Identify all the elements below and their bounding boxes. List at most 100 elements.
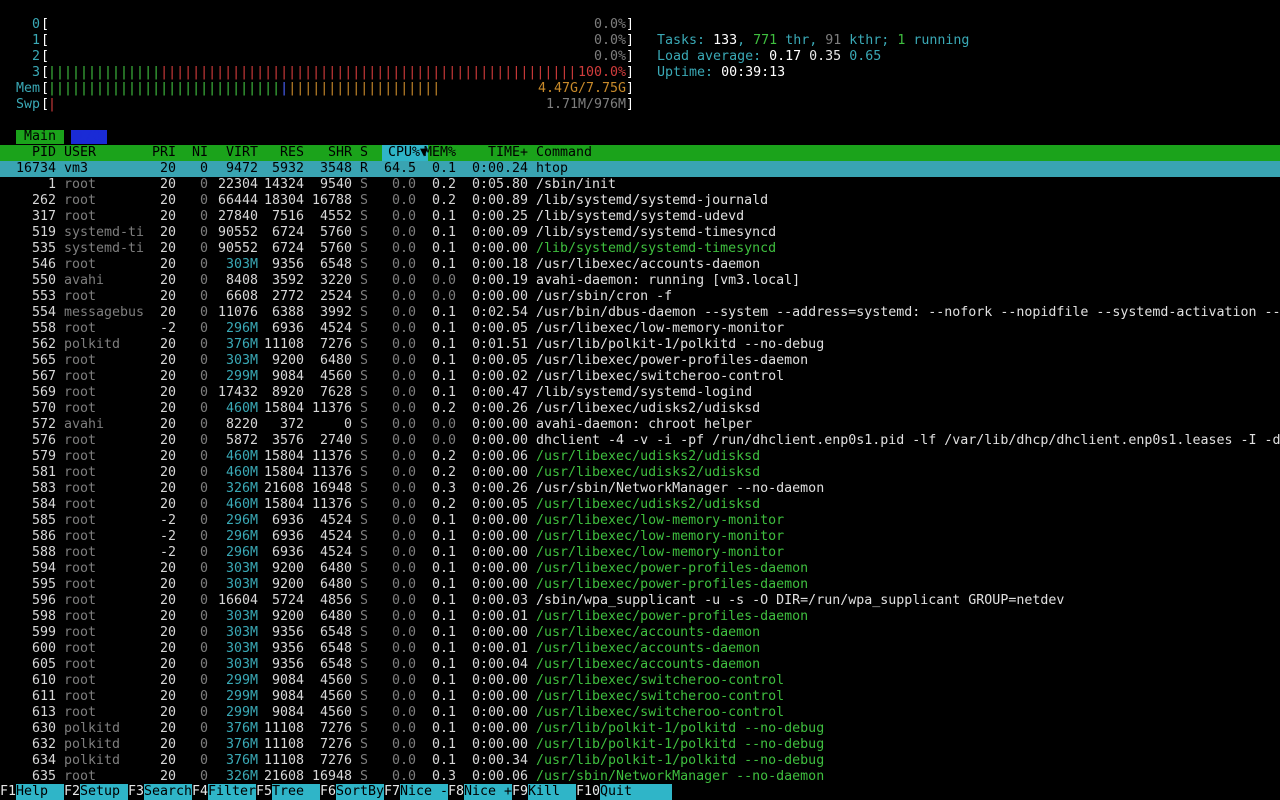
process-row[interactable]: 583 root 20 0 326M 21608 16948 S 0.0 0.3 0:00.26/u… bbox=[0, 481, 1280, 497]
process-row[interactable]: 262 root 20 0 66444 18304 16788 S 0.0 0.2 0:00.89 /… bbox=[0, 193, 1280, 209]
process-row[interactable]: 599 root 20 0 303M 9356 6548 S 0.0 0.1 0:00.00/usr… bbox=[0, 625, 1280, 641]
cell-mem: 0.1 bbox=[431, 545, 456, 560]
cell-virt: 11076 bbox=[217, 305, 258, 320]
cell-pri: 20 bbox=[159, 449, 176, 464]
process-row[interactable]: 595 root 20 0 303M 9200 6480 S 0.0 0.1 0:00.00/usr… bbox=[0, 577, 1280, 593]
fkey-filter-button[interactable]: F4Filter bbox=[192, 784, 256, 800]
cpu-meter-1-bracket-close: ] bbox=[626, 33, 635, 48]
cell-shr: 6548 bbox=[319, 625, 352, 640]
cell-pri: 20 bbox=[159, 177, 176, 192]
fkey-search-button[interactable]: F3Search bbox=[128, 784, 192, 800]
cell-cpu: 0.0 bbox=[391, 385, 416, 400]
cell-mem: 0.1 bbox=[431, 385, 456, 400]
process-row[interactable]: 598 root 20 0 303M 9200 6480 S 0.0 0.1 0:00.01/usr… bbox=[0, 609, 1280, 625]
process-row[interactable]: 16734 vm3 20 0 9472 5932 3548 R 64.5 0.1 0:00.24 ht… bbox=[0, 161, 1280, 177]
process-row[interactable]: 611 root 20 0 299M 9084 4560 S 0.0 0.1 0:00.00/usr… bbox=[0, 689, 1280, 705]
process-row[interactable]: 535 systemd-ti 20 0 90552 6724 5760 S 0.0 0.1 0:00… bbox=[0, 241, 1280, 257]
process-row[interactable]: 569 root 20 0 17432 8920 7628 S 0.0 0.1 0:00.47/li… bbox=[0, 385, 1280, 401]
cell-cpu: 0.0 bbox=[391, 225, 416, 240]
cell-ni: 0 bbox=[199, 449, 208, 464]
cell-mem: 0.1 bbox=[431, 161, 456, 176]
process-row[interactable]: 558 root -2 0 296M 6936 4524 S 0.0 0.1 0:00.05/usr… bbox=[0, 321, 1280, 337]
column-header-virt[interactable]: VIRT bbox=[208, 145, 258, 161]
cell-mem: 0.1 bbox=[431, 369, 456, 384]
column-header-res[interactable]: RES bbox=[258, 145, 304, 161]
process-row[interactable]: 634 polkitd 20 0 376M 11108 7276 S 0.0 0.1 0:00.34… bbox=[0, 753, 1280, 769]
process-row[interactable]: 632 polkitd 20 0 376M 11108 7276 S 0.0 0.1 0:00.00… bbox=[0, 737, 1280, 753]
cell-cmd: /usr/libexec/power-profiles-daemon bbox=[536, 609, 809, 624]
process-row[interactable]: 586 root -2 0 296M 6936 4524 S 0.0 0.1 0:00.00/usr… bbox=[0, 529, 1280, 545]
fkey-tree-button[interactable]: F5Tree bbox=[256, 784, 321, 800]
cell-shr: 4856 bbox=[319, 593, 352, 608]
process-row[interactable]: 579 root 20 0 460M 15804 11376 S 0.0 0.2 0:00.06/u… bbox=[0, 449, 1280, 465]
cell-s: S bbox=[360, 769, 369, 784]
cell-pid: 585 bbox=[31, 513, 56, 528]
fkey-setup-button[interactable]: F2Setup bbox=[64, 784, 129, 800]
column-header-pri[interactable]: PRI bbox=[144, 145, 176, 161]
cell-pid: 572 bbox=[31, 417, 56, 432]
column-header-ni[interactable]: NI bbox=[176, 145, 208, 161]
fkey-help-button[interactable]: F1Help bbox=[0, 784, 65, 800]
process-row[interactable]: 588 root -2 0 296M 6936 4524 S 0.0 0.1 0:00.00/usr… bbox=[0, 545, 1280, 561]
process-row[interactable]: 1 root 20 0 22304 14324 9540 S 0.0 0.2 0:05.80/sbi… bbox=[0, 177, 1280, 193]
cell-res: 15804 bbox=[263, 465, 304, 480]
process-row[interactable]: 630 polkitd 20 0 376M 11108 7276 S 0.0 0.1 0:00.00… bbox=[0, 721, 1280, 737]
process-row[interactable]: 610 root 20 0 299M 9084 4560 S 0.0 0.1 0:00.00/usr… bbox=[0, 673, 1280, 689]
cell-res: 9200 bbox=[271, 609, 304, 624]
cell-res: 5724 bbox=[271, 593, 304, 608]
cell-res: 6388 bbox=[271, 305, 304, 320]
column-header-shr[interactable]: SHR bbox=[304, 145, 352, 161]
column-header-s[interactable]: S bbox=[360, 145, 370, 161]
process-row[interactable]: 576 root 20 0 5872 3576 2740 S 0.0 0.0 0:00.00 dhcl… bbox=[0, 433, 1280, 449]
column-header-user[interactable]: USER bbox=[64, 145, 149, 161]
process-row[interactable]: 553 root 20 0 6608 2772 2524 S 0.0 0.0 0:00.00/usr… bbox=[0, 289, 1280, 305]
process-row[interactable]: 550 avahi 20 0 8408 3592 3220 S 0.0 0.0 0:00.19 ava… bbox=[0, 273, 1280, 289]
cell-cpu: 0.0 bbox=[391, 513, 416, 528]
process-row[interactable]: 546 root 20 0 303M 9356 6548 S 0.0 0.1 0:00.18/usr… bbox=[0, 257, 1280, 273]
cell-mem: 0.3 bbox=[431, 481, 456, 496]
process-row[interactable]: 572 avahi 20 0 8220 372 0 S 0.0 0.0 0:00.00 avahi-d… bbox=[0, 417, 1280, 433]
cell-ni: 0 bbox=[199, 689, 208, 704]
process-row[interactable]: 596 root 20 0 16604 5724 4856 S 0.0 0.1 0:00.03/sb… bbox=[0, 593, 1280, 609]
cell-pid: 598 bbox=[31, 609, 56, 624]
cell-cpu: 0.0 bbox=[391, 753, 416, 768]
process-row[interactable]: 567 root 20 0 299M 9084 4560 S 0.0 0.1 0:00.02/usr… bbox=[0, 369, 1280, 385]
process-row[interactable]: 317 root 20 0 27840 7516 4552 S 0.0 0.1 0:00.25/li… bbox=[0, 209, 1280, 225]
process-row[interactable]: 605 root 20 0 303M 9356 6548 S 0.0 0.1 0:00.04/usr… bbox=[0, 657, 1280, 673]
cell-pid: 579 bbox=[31, 449, 56, 464]
process-row[interactable]: 600 root 20 0 303M 9356 6548 S 0.0 0.1 0:00.01/usr… bbox=[0, 641, 1280, 657]
tab-io[interactable]: I/O bbox=[71, 130, 108, 144]
cell-mem: 0.1 bbox=[431, 689, 456, 704]
fkey-nice-button[interactable]: F8Nice + bbox=[448, 784, 512, 800]
column-header-pid[interactable]: PID bbox=[0, 145, 56, 161]
fkey-number: F8 bbox=[448, 784, 465, 799]
process-row[interactable]: 613 root 20 0 299M 9084 4560 S 0.0 0.1 0:00.00/usr… bbox=[0, 705, 1280, 721]
fkey-nice-button[interactable]: F7Nice - bbox=[384, 784, 448, 800]
column-header-cmd[interactable]: Command bbox=[536, 145, 1280, 161]
column-header-mem[interactable]: MEM% bbox=[416, 145, 456, 161]
cell-pri: 20 bbox=[159, 657, 176, 672]
tab-main[interactable]: Main bbox=[16, 130, 65, 144]
fkey-label: Setup bbox=[80, 784, 129, 800]
process-row[interactable]: 594 root 20 0 303M 9200 6480 S 0.0 0.1 0:00.00/usr… bbox=[0, 561, 1280, 577]
cell-ni: 0 bbox=[199, 513, 208, 528]
cell-time: 0:00.00 bbox=[471, 705, 528, 720]
fkey-sortby-button[interactable]: F6SortBy bbox=[320, 784, 384, 800]
process-row[interactable]: 581 root 20 0 460M 15804 11376 S 0.0 0.2 0:00.00/u… bbox=[0, 465, 1280, 481]
cell-cpu: 0.0 bbox=[391, 673, 416, 688]
process-row[interactable]: 565 root 20 0 303M 9200 6480 S 0.0 0.1 0:00.05/usr… bbox=[0, 353, 1280, 369]
process-row[interactable]: 554 messagebus 20 0 11076 6388 3992 S 0.0 0.1 0:02… bbox=[0, 305, 1280, 321]
process-row[interactable]: 635 root 20 0 326M 21608 16948 S 0.0 0.3 0:00.06/u… bbox=[0, 769, 1280, 785]
cell-ni: 0 bbox=[199, 481, 208, 496]
fkey-kill-button[interactable]: F9Kill bbox=[512, 784, 577, 800]
process-row[interactable]: 562 polkitd 20 0 376M 11108 7276 S 0.0 0.1 0:01.51… bbox=[0, 337, 1280, 353]
cell-pid: 581 bbox=[31, 465, 56, 480]
process-row[interactable]: 584 root 20 0 460M 15804 11376 S 0.0 0.2 0:00.05/u… bbox=[0, 497, 1280, 513]
cpu-meter-3-bar: ||||||||||||||||||||||||||||||||||||||||… bbox=[48, 65, 578, 80]
cell-pri: 20 bbox=[159, 577, 176, 592]
fkey-quit-button[interactable]: F10Quit bbox=[576, 784, 673, 800]
column-header-time[interactable]: TIME+ bbox=[456, 145, 528, 161]
process-row[interactable]: 519 systemd-ti 20 0 90552 6724 5760 S 0.0 0.1 0:00… bbox=[0, 225, 1280, 241]
process-row[interactable]: 585 root -2 0 296M 6936 4524 S 0.0 0.1 0:00.00/usr… bbox=[0, 513, 1280, 529]
process-row[interactable]: 570 root 20 0 460M 15804 11376 S 0.0 0.2 0:00.26/u… bbox=[0, 401, 1280, 417]
